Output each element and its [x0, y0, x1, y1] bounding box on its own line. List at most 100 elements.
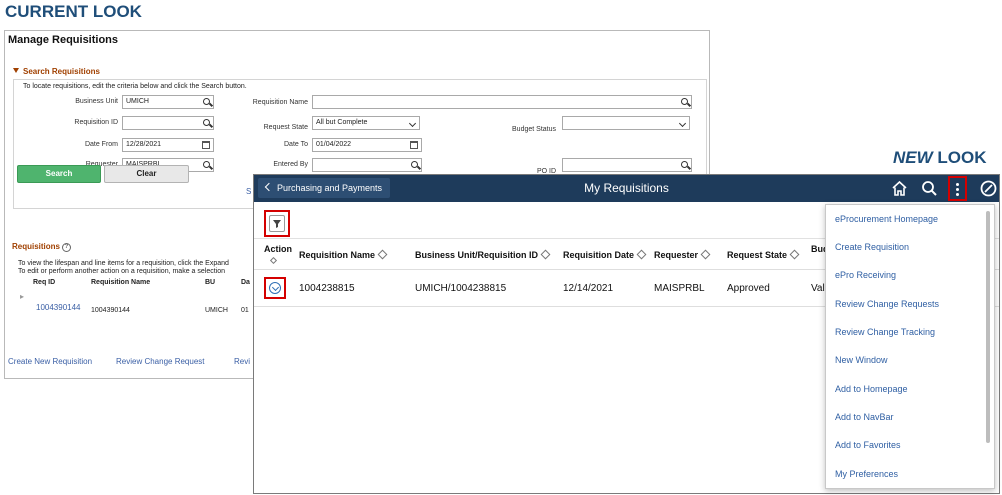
row-budget-cut: Val [811, 283, 825, 294]
row-bu: UMICH [205, 307, 228, 314]
lookup-search-icon[interactable] [411, 161, 418, 170]
new-look-heading: NEW LOOK [893, 148, 987, 168]
clear-button[interactable]: Clear [104, 165, 189, 183]
col-requisition-date-label: Requisition Date [563, 250, 635, 260]
calendar-icon[interactable] [410, 141, 418, 151]
fluid-banner: Purchasing and Payments My Requisitions [254, 175, 999, 202]
requisitions-heading-label: Requisitions [12, 242, 61, 251]
navbar-icon[interactable] [979, 179, 998, 198]
budget-status-select[interactable] [562, 116, 690, 130]
col-requester[interactable]: Requester [654, 249, 711, 260]
entered-by-label: Entered By [273, 161, 308, 168]
row-bu-req-id: UMICH/1004238815 [415, 283, 507, 294]
col-bu-req-id[interactable]: Business Unit/Requisition ID [415, 249, 551, 260]
col-request-state[interactable]: Request State [727, 249, 800, 260]
col-bu-req-id-label: Business Unit/Requisition ID [415, 250, 539, 260]
search-button[interactable]: Search [17, 165, 101, 183]
sort-icon [789, 249, 800, 260]
chevron-down-icon [408, 119, 417, 128]
requisition-name-input[interactable] [312, 95, 692, 109]
sort-icon [700, 249, 711, 260]
search-icon[interactable] [920, 179, 939, 198]
menu-item-my-preferences[interactable]: My Preferences [835, 469, 898, 479]
calendar-icon[interactable] [202, 141, 210, 151]
dropdown-scrollbar[interactable] [986, 211, 990, 443]
col-requester-label: Requester [654, 250, 699, 260]
cut-off-bottom-link[interactable]: Revi [234, 357, 250, 366]
date-to-input[interactable]: 01/04/2022 [312, 138, 422, 152]
business-unit-input[interactable]: UMICH [122, 95, 214, 109]
row-request-state: Approved [727, 283, 770, 294]
col-requisition-date[interactable]: Requisition Date [563, 249, 647, 260]
lookup-search-icon[interactable] [681, 98, 688, 107]
menu-item-epro-receiving[interactable]: ePro Receiving [835, 270, 896, 280]
col-requisition-name[interactable]: Requisition Name [299, 249, 388, 260]
request-state-value: All but Complete [316, 119, 368, 126]
date-from-label: Date From [84, 141, 118, 148]
collapse-triangle-icon [13, 68, 19, 73]
menu-item-review-change-tracking[interactable]: Review Change Tracking [835, 327, 935, 337]
date-to-label: Date To [284, 141, 308, 148]
sort-icon [636, 249, 647, 260]
lifespan-instructions-line1: To view the lifespan and line items for … [18, 260, 229, 267]
chevron-down-icon [678, 119, 687, 128]
col-requisition-name: Requisition Name [91, 279, 151, 286]
req-id-link[interactable]: 1004390144 [36, 303, 81, 312]
section-label: Search Requisitions [23, 67, 100, 76]
date-to-value: 01/04/2022 [316, 141, 352, 148]
row-requisition-name: 1004390144 [91, 307, 130, 314]
row-requisition-date: 12/14/2021 [563, 283, 614, 294]
menu-item-new-window[interactable]: New Window [835, 355, 888, 365]
row-action-button[interactable] [264, 277, 286, 299]
help-icon[interactable]: ? [62, 243, 72, 252]
menu-item-eprocurement-homepage[interactable]: eProcurement Homepage [835, 214, 938, 224]
lookup-search-icon[interactable] [203, 119, 210, 128]
expand-row-icon[interactable]: ▸ [20, 292, 24, 301]
col-action-label: Action [264, 244, 292, 254]
actions-menu-icon[interactable] [948, 176, 967, 201]
entered-by-input[interactable] [312, 158, 422, 172]
chevron-down-circle-icon [269, 282, 281, 294]
requisition-id-label: Requisition ID [74, 119, 118, 126]
budget-status-label: Budget Status [512, 126, 556, 133]
search-requisitions-section-toggle[interactable]: Search Requisitions [13, 67, 100, 76]
requisition-name-label: Requisition Name [252, 99, 308, 106]
lookup-search-icon[interactable] [681, 161, 688, 170]
col-requisition-name-label: Requisition Name [299, 250, 376, 260]
filter-button[interactable] [264, 210, 290, 237]
sort-icon [269, 256, 278, 265]
home-icon[interactable] [890, 179, 909, 198]
row-date: 01 [241, 307, 249, 314]
create-new-requisition-link[interactable]: Create New Requisition [8, 357, 92, 366]
lookup-search-icon[interactable] [203, 98, 210, 107]
date-from-input[interactable]: 12/28/2021 [122, 138, 214, 152]
requisitions-heading: Requisitions? [12, 242, 72, 252]
row-requisition-name[interactable]: 1004238815 [299, 283, 355, 294]
menu-item-add-to-homepage[interactable]: Add to Homepage [835, 384, 908, 394]
po-id-input[interactable] [562, 158, 692, 172]
row-requester: MAISPRBL [654, 283, 705, 294]
sort-icon [377, 249, 388, 260]
page-title: My Requisitions [584, 181, 669, 195]
col-date: Da [241, 279, 250, 286]
business-unit-label: Business Unit [75, 98, 118, 105]
review-change-request-link[interactable]: Review Change Request [116, 357, 205, 366]
sort-icon [540, 249, 551, 260]
page-title: Manage Requisitions [8, 34, 119, 46]
filter-icon [269, 215, 285, 232]
col-action[interactable]: Action [264, 244, 292, 266]
menu-item-add-to-favorites[interactable]: Add to Favorites [835, 440, 901, 450]
actions-dropdown-menu: eProcurement Homepage Create Requisition… [825, 204, 995, 489]
col-req-id: Req ID [33, 279, 56, 286]
request-state-select[interactable]: All but Complete [312, 116, 420, 130]
cut-off-link[interactable]: S [246, 187, 251, 196]
menu-item-add-to-navbar[interactable]: Add to NavBar [835, 412, 894, 422]
requisition-id-input[interactable] [122, 116, 214, 130]
col-bu: BU [205, 279, 216, 286]
search-instructions: To locate requisitions, edit the criteri… [23, 83, 247, 90]
lookup-search-icon[interactable] [203, 161, 210, 170]
menu-item-create-requisition[interactable]: Create Requisition [835, 242, 909, 252]
request-state-label: Request State [263, 124, 308, 131]
current-look-heading: CURRENT LOOK [5, 2, 142, 21]
menu-item-review-change-requests[interactable]: Review Change Requests [835, 299, 939, 309]
